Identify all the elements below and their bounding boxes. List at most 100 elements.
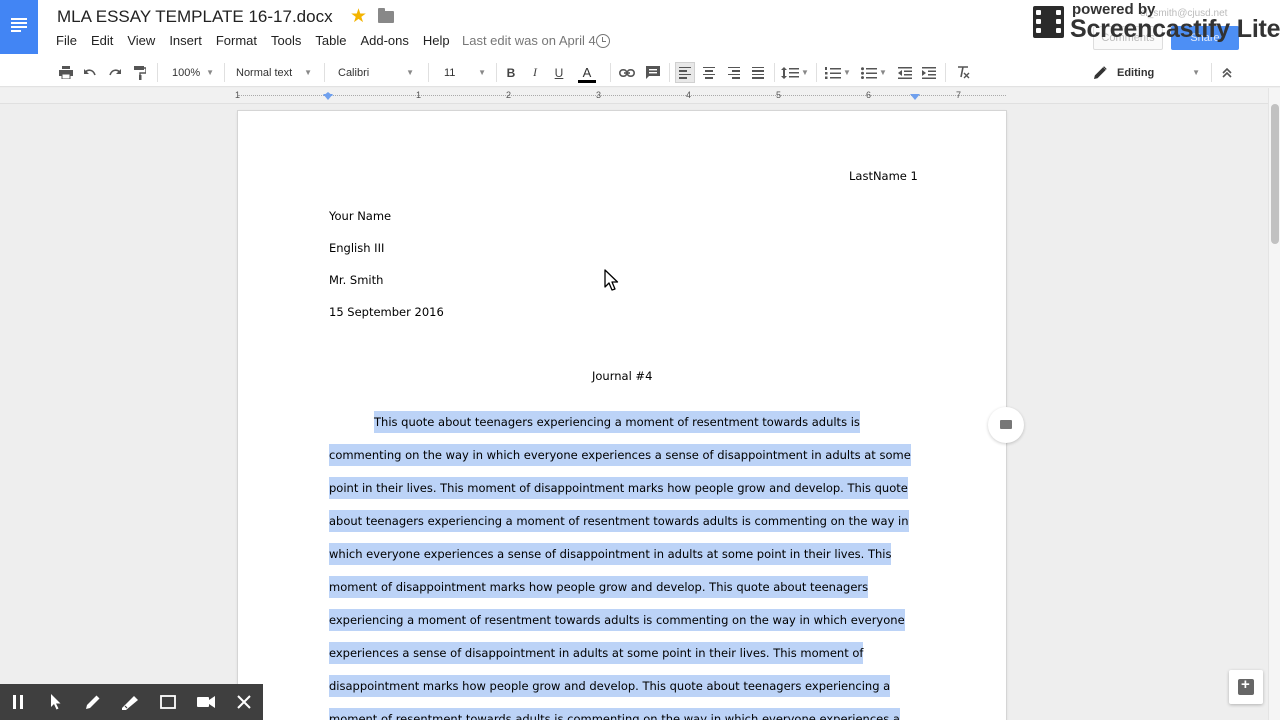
toolbar-divider xyxy=(1211,63,1212,82)
menu-insert[interactable]: Insert xyxy=(169,33,202,51)
history-icon[interactable] xyxy=(596,34,610,48)
essay-title[interactable]: Journal #4 xyxy=(592,369,652,383)
body-line[interactable]: commenting on the way in which everyone … xyxy=(329,439,911,472)
toolbar-divider xyxy=(816,63,817,82)
document-canvas[interactable]: LastName 1 Your Name English III Mr. Smi… xyxy=(0,105,1268,720)
chevron-down-icon: ▼ xyxy=(801,68,809,77)
pencil-icon xyxy=(1094,66,1107,79)
menu-file[interactable]: File xyxy=(56,33,77,51)
align-justify-icon[interactable] xyxy=(748,58,768,87)
editing-mode-select[interactable]: Editing ▼ xyxy=(1090,58,1204,87)
toolbar-divider xyxy=(774,63,775,82)
font-select[interactable]: Calibri ▼ xyxy=(334,58,418,87)
pen-icon[interactable] xyxy=(75,684,111,720)
essay-body[interactable]: This quote about teenagers experiencing … xyxy=(329,406,911,720)
toolbar-divider xyxy=(669,63,670,82)
body-line[interactable]: disappointment marks how people grow and… xyxy=(329,670,909,703)
rectangle-icon[interactable] xyxy=(150,684,186,720)
body-line[interactable]: which everyone experiences a sense of di… xyxy=(329,538,909,571)
body-line[interactable]: point in their lives. This moment of dis… xyxy=(329,472,909,505)
text-color-swatch xyxy=(578,79,596,83)
highlighter-icon[interactable] xyxy=(112,684,148,720)
numbered-list-icon[interactable]: ▼ xyxy=(822,58,854,87)
toolbar-divider xyxy=(428,63,429,82)
chevron-down-icon: ▼ xyxy=(1192,68,1200,77)
app-header: MLA ESSAY TEMPLATE 16-17.docx ★ File Edi… xyxy=(0,0,1280,58)
body-line[interactable]: experiencing a moment of resentment towa… xyxy=(329,604,909,637)
menu-table[interactable]: Table xyxy=(315,33,346,51)
ruler[interactable]: 1 1 2 3 4 5 6 7 xyxy=(0,88,1268,104)
docs-logo-icon[interactable] xyxy=(0,0,38,54)
decrease-indent-icon[interactable] xyxy=(895,58,915,87)
body-line[interactable]: moment of resentment towards adults is c… xyxy=(329,703,909,720)
ruler-number: 4 xyxy=(686,90,692,100)
add-comment-icon[interactable] xyxy=(988,407,1024,443)
camera-icon[interactable] xyxy=(188,684,224,720)
pause-icon[interactable] xyxy=(0,684,36,720)
increase-indent-icon[interactable] xyxy=(919,58,939,87)
font-value: Calibri xyxy=(338,66,370,79)
underline-button[interactable]: U xyxy=(550,58,568,87)
bold-button[interactable]: B xyxy=(502,58,520,87)
undo-icon[interactable] xyxy=(80,58,100,87)
ruler-number: 7 xyxy=(956,90,962,100)
zoom-value: 100% xyxy=(172,66,201,79)
film-icon xyxy=(1033,6,1064,38)
last-edit-link[interactable]: Last edit was on April 4 xyxy=(462,33,596,49)
menu-help[interactable]: Help xyxy=(423,33,450,51)
paragraph-style-select[interactable]: Normal text ▼ xyxy=(232,58,316,87)
align-center-icon[interactable] xyxy=(699,58,719,87)
close-icon[interactable] xyxy=(226,684,262,720)
redo-icon[interactable] xyxy=(105,58,125,87)
right-indent-marker[interactable] xyxy=(910,94,920,100)
font-size-select[interactable]: 11 ▼ xyxy=(440,58,490,87)
link-icon[interactable] xyxy=(617,58,637,87)
italic-button[interactable]: I xyxy=(526,58,544,87)
vertical-scrollbar[interactable] xyxy=(1268,88,1280,720)
print-icon[interactable] xyxy=(56,58,76,87)
pointer-icon[interactable] xyxy=(38,684,74,720)
zoom-select[interactable]: 100% ▼ xyxy=(168,58,218,87)
clear-formatting-icon[interactable] xyxy=(953,58,973,87)
document-title[interactable]: MLA ESSAY TEMPLATE 16-17.docx xyxy=(57,7,333,27)
ruler-number: 1 xyxy=(416,90,422,100)
menu-format[interactable]: Format xyxy=(216,33,257,51)
explore-icon[interactable] xyxy=(1229,670,1263,704)
editing-mode-label: Editing xyxy=(1117,66,1155,79)
scrollbar-thumb[interactable] xyxy=(1271,104,1279,244)
line-spacing-icon[interactable]: ▼ xyxy=(780,58,810,87)
comment-icon[interactable] xyxy=(643,58,663,87)
page-header-text[interactable]: LastName 1 xyxy=(849,169,918,183)
ruler-number: 1 xyxy=(235,90,241,100)
menu-tools[interactable]: Tools xyxy=(271,33,301,51)
paint-format-icon[interactable] xyxy=(130,58,150,87)
toolbar-divider xyxy=(324,63,325,82)
heading-line-class[interactable]: English III xyxy=(329,241,384,255)
screencastify-brand: Screencastify Lite xyxy=(1070,15,1280,43)
document-page[interactable]: LastName 1 Your Name English III Mr. Smi… xyxy=(238,111,1006,720)
menu-add-ons[interactable]: Add-ons xyxy=(360,33,408,51)
menu-bar: File Edit View Insert Format Tools Table… xyxy=(56,33,464,51)
toolbar-divider xyxy=(610,63,611,82)
ruler-track xyxy=(238,95,1006,96)
folder-icon[interactable] xyxy=(378,8,394,23)
collapse-icon[interactable] xyxy=(1217,58,1237,87)
heading-line-date[interactable]: 15 September 2016 xyxy=(329,305,444,319)
menu-edit[interactable]: Edit xyxy=(91,33,113,51)
align-left-icon[interactable] xyxy=(675,62,695,83)
menu-view[interactable]: View xyxy=(127,33,155,51)
body-line[interactable]: experiences a sense of disappointment in… xyxy=(329,637,909,670)
star-icon[interactable]: ★ xyxy=(350,6,367,28)
ruler-number: 6 xyxy=(866,90,872,100)
body-line[interactable]: about teenagers experiencing a moment of… xyxy=(329,505,909,538)
body-line[interactable]: moment of disappointment marks how peopl… xyxy=(329,571,909,604)
recording-toolbar xyxy=(0,684,263,720)
bulleted-list-icon[interactable]: ▼ xyxy=(858,58,890,87)
heading-line-teacher[interactable]: Mr. Smith xyxy=(329,273,383,287)
align-right-icon[interactable] xyxy=(724,58,744,87)
text-color-button[interactable]: A xyxy=(574,58,600,87)
body-line[interactable]: This quote about teenagers experiencing … xyxy=(329,406,909,439)
left-indent-marker[interactable] xyxy=(323,94,333,100)
heading-line-name[interactable]: Your Name xyxy=(329,209,391,223)
text-color-letter: A xyxy=(582,64,592,80)
